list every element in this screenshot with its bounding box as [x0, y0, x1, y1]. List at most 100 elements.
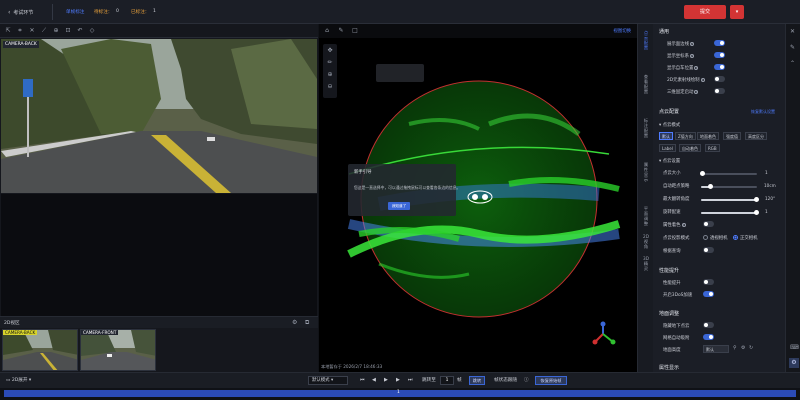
- chip-default[interactable]: 默认: [659, 132, 673, 140]
- tab-view-config[interactable]: 查看配置: [642, 74, 650, 94]
- tab-label-config[interactable]: 标注配置: [642, 118, 650, 138]
- zoom-box-icon[interactable]: ⊡: [64, 27, 72, 35]
- collapse-icon[interactable]: ⧉: [305, 319, 309, 327]
- toggle-3dos[interactable]: [703, 291, 714, 297]
- setting-label: 2D元素射线绘制?: [667, 78, 705, 83]
- crop-icon[interactable]: ⌗: [16, 27, 24, 35]
- toggle-hide-ground[interactable]: [703, 322, 714, 328]
- rotate-label: 旋转配速: [663, 210, 681, 215]
- chip-height[interactable]: 高度区分: [745, 132, 767, 140]
- toggle-attr-color[interactable]: [703, 221, 714, 227]
- cross-icon[interactable]: ✕: [28, 27, 36, 35]
- chip-label[interactable]: Label: [659, 144, 676, 152]
- info-icon[interactable]: ⓘ: [524, 377, 529, 383]
- jump-button[interactable]: 跳转: [469, 376, 485, 385]
- help-icon: ?: [689, 54, 694, 58]
- next-icon[interactable]: ▶: [396, 377, 400, 383]
- camera-main-view[interactable]: CAMERA-BACK: [1, 39, 317, 193]
- polyline-icon[interactable]: ⟋: [40, 27, 48, 35]
- projection-label: 点云投影模式: [663, 236, 690, 241]
- refresh-icon[interactable]: ↻: [749, 345, 753, 351]
- auto-range-label: 自动距点策略: [663, 184, 690, 189]
- thumb-camera-back[interactable]: CAMERA-BACK: [2, 329, 78, 371]
- cube-icon[interactable]: ◇: [88, 27, 96, 35]
- radio-orthographic[interactable]: [733, 235, 738, 240]
- play-icon[interactable]: ▶: [384, 377, 388, 383]
- zoom-in-icon[interactable]: ⊕: [326, 71, 334, 79]
- view-switch-link[interactable]: 视图切换: [613, 28, 631, 34]
- guide-popup-title: 新手引导: [354, 170, 372, 175]
- toggle-2d-ray[interactable]: [714, 76, 725, 82]
- radio-orthographic-label: 正交相机: [740, 236, 758, 241]
- gear-icon[interactable]: ⚙: [741, 345, 745, 351]
- toggle-show-edges[interactable]: [714, 40, 725, 46]
- pencil-icon[interactable]: ✎: [337, 27, 345, 35]
- toggle-show-ego[interactable]: [714, 64, 725, 70]
- brush-icon[interactable]: ✏: [326, 59, 334, 67]
- thumb-tag: CAMERA-FRONT: [81, 330, 119, 335]
- ground-height-input[interactable]: 默认: [703, 345, 729, 353]
- follow-label: 帧状态跟随: [494, 378, 517, 383]
- chip-z[interactable]: Z值方向: [675, 132, 696, 140]
- frame-input[interactable]: 1: [440, 376, 454, 385]
- zoom-icon[interactable]: ⊕: [52, 27, 60, 35]
- rotate-value: 1: [765, 209, 768, 214]
- zoom-out-icon[interactable]: ⊖: [326, 83, 334, 91]
- toggle-3d-fixed[interactable]: [714, 88, 725, 94]
- attribute-display-title: 属性显示: [659, 365, 680, 371]
- autosave-timestamp: 本地暂存于 2026/2/7 18:46:33: [321, 364, 383, 369]
- camera-main-tag: CAMERA-BACK: [3, 41, 39, 48]
- chip-ground[interactable]: 地面着色: [697, 132, 719, 140]
- max-angle-slider[interactable]: [701, 197, 759, 202]
- jump-label: 跳转至: [422, 378, 436, 383]
- keyboard-icon[interactable]: ⌨: [790, 344, 799, 351]
- settings-icon[interactable]: ⚙: [292, 319, 297, 326]
- square-icon[interactable]: □: [351, 27, 359, 35]
- restore-frame-button[interactable]: 恢复原始帧: [535, 376, 567, 385]
- auto-range-slider[interactable]: [701, 184, 757, 189]
- rotate-slider[interactable]: [701, 210, 759, 215]
- cursor-icon[interactable]: ⇱: [4, 27, 12, 35]
- guide-popup-confirm-button[interactable]: 我知道了: [388, 202, 410, 210]
- chip-auto-color[interactable]: 自动着色: [679, 144, 701, 152]
- toggle-show-axes[interactable]: [714, 52, 725, 58]
- move-icon[interactable]: ✥: [326, 47, 334, 55]
- toggle-grid-snap[interactable]: [703, 334, 714, 340]
- point-size-slider[interactable]: [700, 171, 757, 176]
- radio-perspective[interactable]: [703, 235, 708, 240]
- mode-select[interactable]: 默认模式 ▾: [308, 376, 348, 385]
- skip-end-icon[interactable]: ⏭: [408, 377, 413, 383]
- submit-dropdown-button[interactable]: ▾: [730, 5, 744, 19]
- chip-rgb[interactable]: RGB: [705, 144, 720, 152]
- tab-3d-sprite[interactable]: 3D精灵: [642, 256, 650, 271]
- prev-icon[interactable]: ◀: [372, 377, 376, 383]
- close-icon[interactable]: ✕: [790, 28, 795, 35]
- tab-pointcloud-config[interactable]: 点云配置: [642, 30, 650, 50]
- tab-2d-view[interactable]: 2D视角: [642, 234, 650, 249]
- frame-timeline[interactable]: 1: [0, 388, 800, 400]
- perf-3dos-label: 开启3DoS加速: [663, 293, 693, 298]
- edit-icon[interactable]: ✎: [790, 44, 795, 51]
- undo-icon[interactable]: ↶: [76, 27, 84, 35]
- back-button[interactable]: ‹ 考试环节: [8, 6, 48, 18]
- skip-start-icon[interactable]: ⏮: [360, 377, 365, 383]
- eyedropper-icon[interactable]: ⚲: [733, 345, 737, 351]
- camera-toolbar: ⇱ ⌗ ✕ ⟋ ⊕ ⊡ ↶ ◇: [0, 24, 318, 38]
- chevron-up-icon[interactable]: ⌃: [790, 60, 795, 67]
- timeline-track[interactable]: [4, 390, 796, 397]
- pointcloud-viewer[interactable]: ⌂ ✎ □ 视图切换 ✥ ✏ ⊕ ⊖ 新手引导 您这是一直选择中，可以通过拖拽鼠…: [319, 24, 637, 372]
- submit-button[interactable]: 提交: [684, 5, 726, 19]
- thumb-tag: CAMERA-BACK: [3, 330, 38, 335]
- toggle-filter[interactable]: [703, 247, 714, 253]
- home-icon[interactable]: ⌂: [323, 27, 331, 35]
- restore-defaults-link[interactable]: 恢复默认设置: [751, 109, 775, 115]
- tab-attribute-display[interactable]: 属性显示: [642, 162, 650, 182]
- settings-gear-icon[interactable]: ⚙: [789, 358, 799, 368]
- toggle-perf-boost[interactable]: [703, 279, 714, 285]
- ghost-panel: [376, 64, 424, 82]
- max-angle-value: 120°: [765, 196, 776, 201]
- chip-intensity[interactable]: 强度值: [723, 132, 741, 140]
- tab-ground-adjust[interactable]: 平面调整: [642, 206, 650, 226]
- view-toggle[interactable]: ▭ 2D展开 ▾: [6, 377, 31, 383]
- thumb-camera-front[interactable]: CAMERA-FRONT: [80, 329, 156, 371]
